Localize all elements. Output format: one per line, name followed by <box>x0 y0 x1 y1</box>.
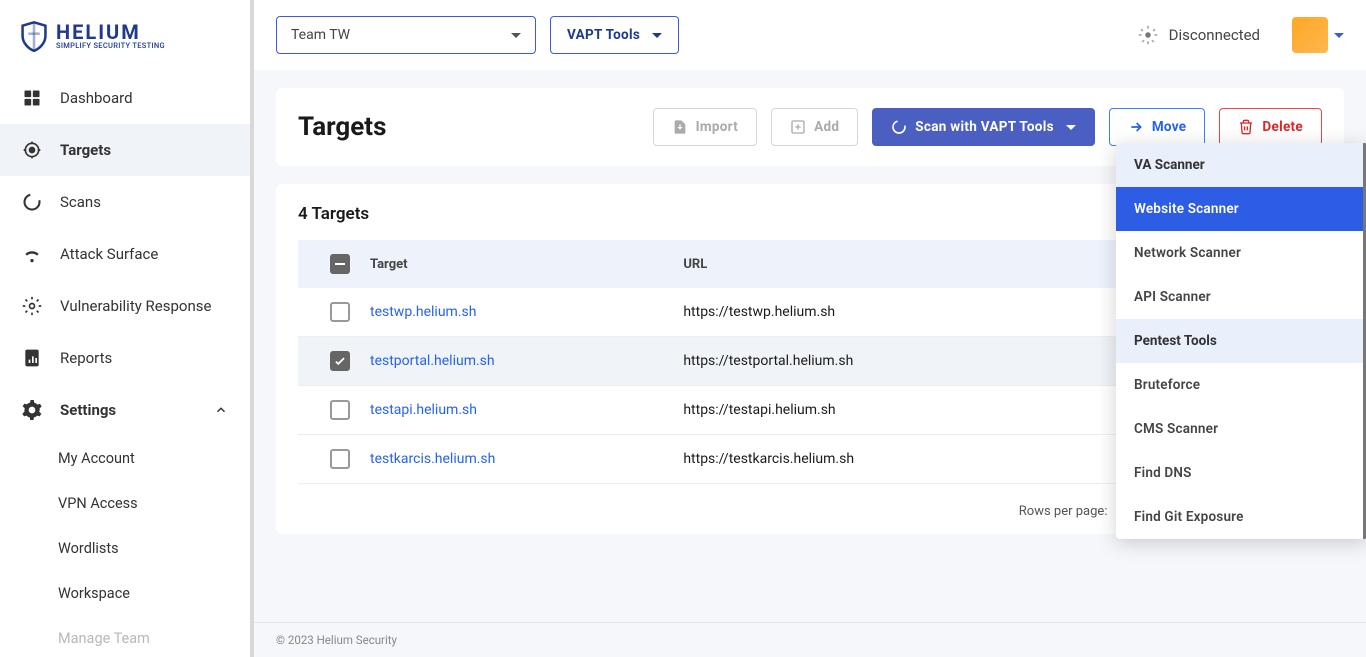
sidebar-sub-workspace[interactable]: Workspace <box>0 571 250 616</box>
col-url: URL <box>683 257 1101 272</box>
tools-selector-label: VAPT Tools <box>567 27 640 43</box>
sidebar-item-label: Vulnerability Response <box>60 297 211 315</box>
dropdown-header-pentest: Pentest Tools <box>1116 319 1363 363</box>
scan-dropdown: VA Scanner Website Scanner Network Scann… <box>1116 143 1366 539</box>
target-url: https://testapi.helium.sh <box>683 402 1101 418</box>
page-title: Targets <box>298 112 386 142</box>
team-selector[interactable]: Team TW <box>276 16 536 54</box>
wifi-icon <box>22 244 42 264</box>
chevron-up-icon <box>214 403 228 417</box>
sidebar-sub-wordlists[interactable]: Wordlists <box>0 526 250 571</box>
arrow-right-icon <box>1128 119 1144 135</box>
plus-icon <box>790 119 806 135</box>
check-icon <box>333 354 347 368</box>
team-selector-label: Team TW <box>291 27 350 43</box>
target-link[interactable]: testwp.helium.sh <box>370 304 683 320</box>
dropdown-item-website-scanner[interactable]: Website Scanner <box>1116 187 1363 231</box>
dropdown-item-network-scanner[interactable]: Network Scanner <box>1116 231 1363 275</box>
scan-label: Scan with VAPT Tools <box>915 119 1054 135</box>
chevron-down-icon <box>1334 33 1344 38</box>
sidebar-item-dashboard[interactable]: Dashboard <box>0 72 250 124</box>
checkbox-all[interactable] <box>330 254 350 274</box>
row-checkbox[interactable] <box>330 302 350 322</box>
sidebar-sub-manage-team[interactable]: Manage Team <box>0 616 250 657</box>
target-url: https://testkarcis.helium.sh <box>683 451 1101 467</box>
dropdown-item-cms-scanner[interactable]: CMS Scanner <box>1116 407 1363 451</box>
logo-text: HELIUM <box>56 22 165 42</box>
dashboard-icon <box>22 88 42 108</box>
trash-icon <box>1238 119 1254 135</box>
tools-selector[interactable]: VAPT Tools <box>550 16 679 54</box>
dropdown-item-bruteforce[interactable]: Bruteforce <box>1116 363 1363 407</box>
user-menu[interactable] <box>1292 17 1344 53</box>
row-checkbox[interactable] <box>330 351 350 371</box>
move-button[interactable]: Move <box>1109 108 1206 146</box>
report-icon <box>22 348 42 368</box>
sidebar-sub-vpn-access[interactable]: VPN Access <box>0 481 250 526</box>
move-label: Move <box>1152 119 1187 135</box>
target-link[interactable]: testportal.helium.sh <box>370 353 683 369</box>
rows-per-page-label: Rows per page: <box>1019 504 1108 519</box>
add-button[interactable]: Add <box>771 108 858 146</box>
sidebar-item-label: Targets <box>60 141 111 159</box>
logo[interactable]: HELIUM SIMPLIFY SECURITY TESTING <box>0 12 250 72</box>
chevron-down-icon <box>652 33 662 38</box>
sidebar-item-label: Attack Surface <box>60 245 158 263</box>
dropdown-item-find-git[interactable]: Find Git Exposure <box>1116 495 1363 539</box>
scan-icon <box>891 119 907 135</box>
dropdown-item-api-scanner[interactable]: API Scanner <box>1116 275 1363 319</box>
sidebar-item-settings[interactable]: Settings <box>0 384 250 436</box>
scan-button[interactable]: Scan with VAPT Tools <box>872 108 1095 146</box>
gear-icon <box>22 296 42 316</box>
import-button[interactable]: Import <box>653 108 758 146</box>
chevron-down-icon <box>511 33 521 38</box>
connection-status: Disconnected <box>1137 24 1260 46</box>
sidebar-item-vuln-response[interactable]: Vulnerability Response <box>0 280 250 332</box>
target-link[interactable]: testapi.helium.sh <box>370 402 683 418</box>
add-label: Add <box>814 119 839 135</box>
sidebar-item-attack-surface[interactable]: Attack Surface <box>0 228 250 280</box>
target-url: https://testwp.helium.sh <box>683 304 1101 320</box>
target-link[interactable]: testkarcis.helium.sh <box>370 451 683 467</box>
chevron-down-icon <box>1066 125 1076 130</box>
dropdown-item-find-dns[interactable]: Find DNS <box>1116 451 1363 495</box>
sidebar-item-label: Scans <box>60 193 101 211</box>
row-checkbox[interactable] <box>330 400 350 420</box>
dropdown-header-va: VA Scanner <box>1116 143 1363 187</box>
col-target: Target <box>370 257 683 272</box>
sidebar-item-label: Dashboard <box>60 89 133 107</box>
row-checkbox[interactable] <box>330 449 350 469</box>
sidebar-item-targets[interactable]: Targets <box>0 124 250 176</box>
sidebar-item-label: Reports <box>60 349 112 367</box>
sidebar-sub-my-account[interactable]: My Account <box>0 436 250 481</box>
settings-icon <box>22 400 42 420</box>
logo-tagline: SIMPLIFY SECURITY TESTING <box>56 42 165 50</box>
target-icon <box>22 140 42 160</box>
connection-label: Disconnected <box>1169 26 1260 44</box>
copyright: © 2023 Helium Security <box>254 622 1366 657</box>
sidebar-item-label: Settings <box>60 401 116 419</box>
topbar: Team TW VAPT Tools Disconnected <box>254 0 1366 70</box>
shield-icon <box>20 20 48 52</box>
avatar <box>1292 17 1328 53</box>
import-icon <box>672 119 688 135</box>
target-url: https://testportal.helium.sh <box>683 353 1101 369</box>
sidebar-item-scans[interactable]: Scans <box>0 176 250 228</box>
delete-label: Delete <box>1262 119 1303 135</box>
delete-button[interactable]: Delete <box>1219 108 1322 146</box>
sidebar-item-reports[interactable]: Reports <box>0 332 250 384</box>
globe-icon <box>1137 24 1159 46</box>
sidebar: HELIUM SIMPLIFY SECURITY TESTING Dashboa… <box>0 0 250 657</box>
scan-icon <box>22 192 42 212</box>
import-label: Import <box>696 119 739 135</box>
